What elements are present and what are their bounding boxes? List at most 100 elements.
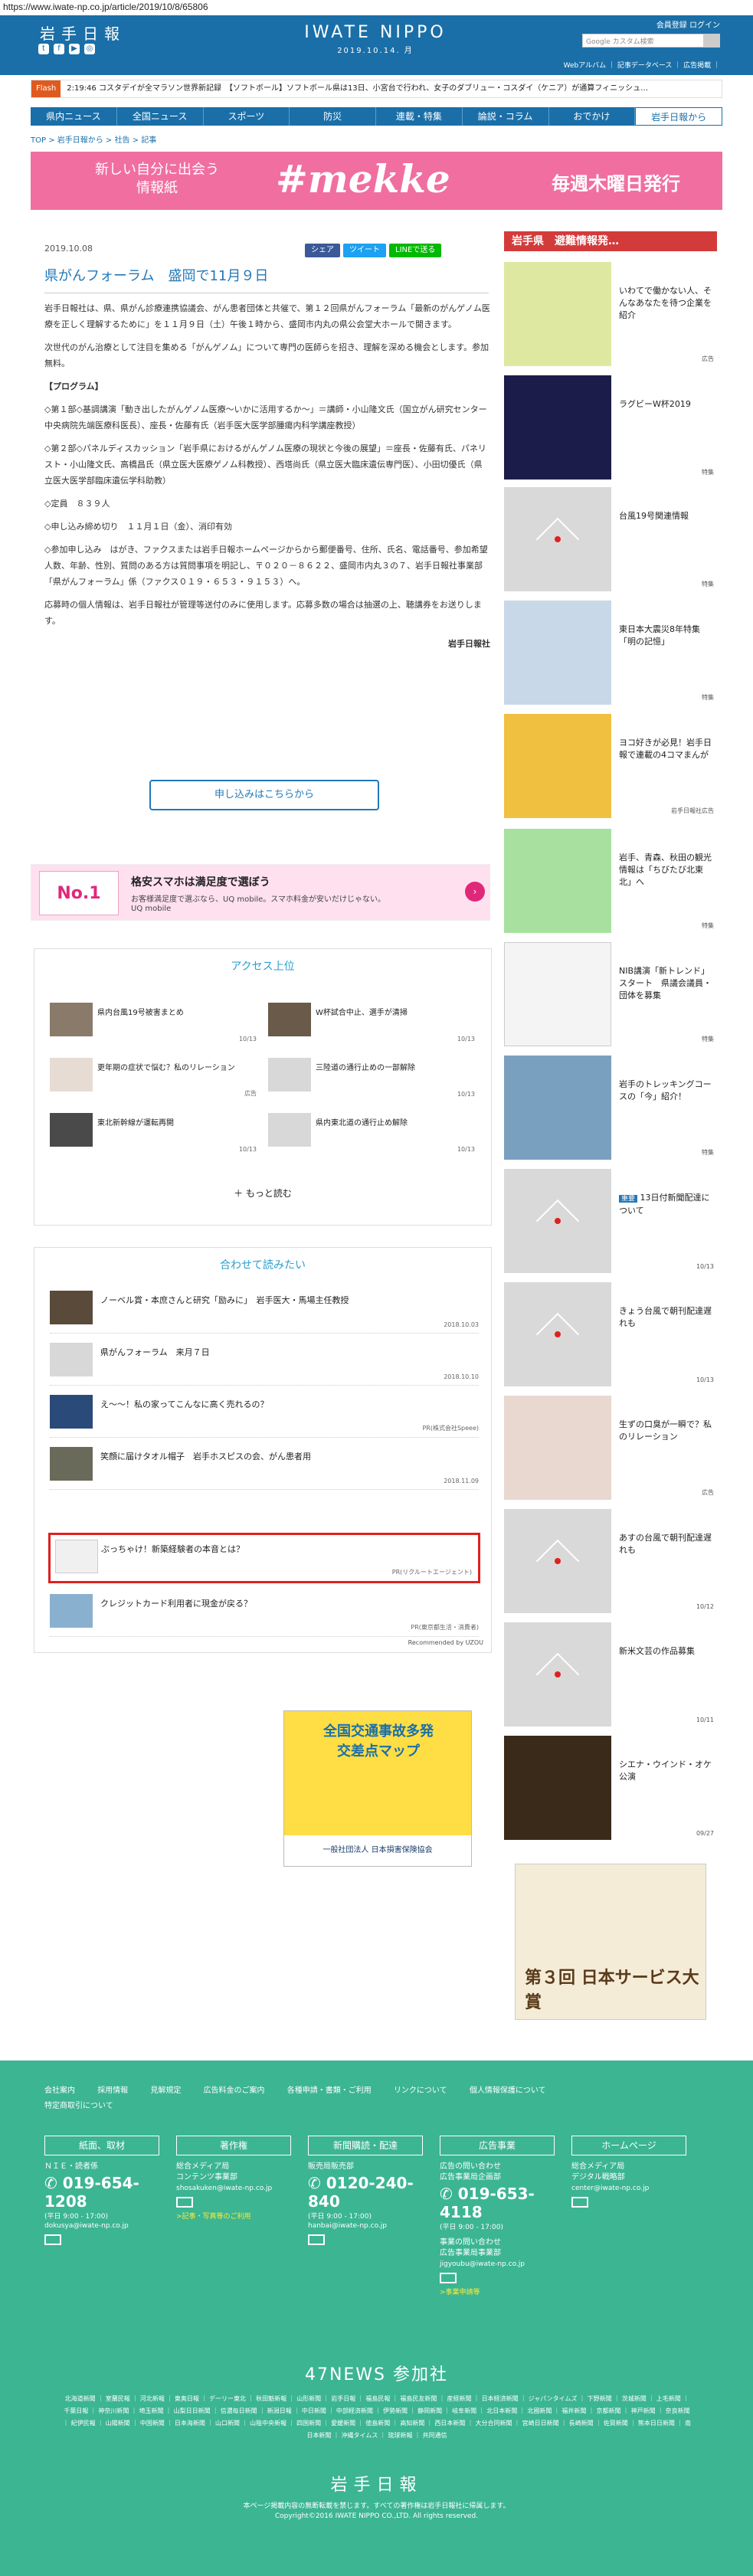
- youtube-icon[interactable]: ▶: [69, 44, 80, 54]
- email-link[interactable]: jigyoubu@iwate-np.co.jp: [440, 2260, 555, 2268]
- tweet-button[interactable]: ツイート: [343, 244, 386, 257]
- mekke-banner[interactable]: 新しい自分に出会う 情報紙 #mekke 毎週木曜日発行: [31, 152, 722, 210]
- line-share-button[interactable]: LINEで送る: [389, 244, 442, 257]
- search-input[interactable]: Google カスタム検索: [582, 34, 712, 47]
- sidebar-item[interactable]: ヨコ好きが必見！岩手日報で連載の4コマまんが 岩手日報社広告: [504, 714, 717, 821]
- ranking-item[interactable]: 三陸道の通行止めの一部解除 10/13: [268, 1058, 475, 1099]
- email-link[interactable]: center@iwate-np.co.jp: [571, 2185, 686, 2192]
- footer-col-dept: 事業の問い合わせ 広告事業局事業部: [440, 2238, 501, 2257]
- sidebar-item[interactable]: 東日本大震災8年特集「明の記憶」 特集: [504, 601, 717, 708]
- mail-icon[interactable]: [571, 2197, 588, 2208]
- footer-link[interactable]: 会社案内: [44, 2087, 75, 2095]
- related-item[interactable]: え～～！私の家ってこんなに高く売れるの？ PR(株式会社Speee): [50, 1390, 479, 1438]
- ranking-text: 更年期の症状で悩む？私のリレーション: [97, 1064, 235, 1072]
- footer-link[interactable]: リンクについて: [394, 2087, 447, 2095]
- sidebar-item-text: あすの台風で朝刊配達遅れも: [619, 1533, 712, 1555]
- related-item[interactable]: 笑顔に届けタオル帽子 岩手ホスピスの会、がん患者用 2018.11.09: [50, 1442, 479, 1490]
- facebook-share-button[interactable]: シェア: [305, 244, 340, 257]
- traffic-map-ad[interactable]: 全国交通事故多発 交差点マップ 一般社団法人 日本損害保険協会: [283, 1710, 472, 1867]
- phone-text: 0120-240-840: [308, 2174, 414, 2211]
- url-bar[interactable]: https://www.iwate-np.co.jp/article/2019/…: [0, 0, 753, 15]
- article-title: 県がんフォーラム 盛岡で11月９日: [44, 265, 489, 293]
- 47news-member-list[interactable]: 北海道新聞 ｜ 室蘭民報 ｜ 河北新報 ｜ 東奥日報 ｜ デーリー東北 ｜ 秋田…: [61, 2393, 692, 2442]
- footer-sub-link[interactable]: >事業申請等: [440, 2286, 555, 2296]
- more-button[interactable]: ＋ もっと読む: [34, 1187, 491, 1200]
- related-text: ぶっちゃけ！新築経験者の本音とは？: [101, 1544, 244, 1554]
- nav-item-active[interactable]: 岩手日報から: [635, 107, 722, 126]
- ranking-item[interactable]: 東北新幹線が運転再開 10/13: [50, 1113, 257, 1154]
- member-links[interactable]: 会員登録 ログイン: [590, 18, 720, 30]
- related-item[interactable]: クレジットカード利用者に現金が戻る？ PR(東京都生活・消費者): [50, 1589, 479, 1637]
- phone-number[interactable]: ✆ 019-653-4118: [440, 2185, 555, 2221]
- footer-link[interactable]: 特定商取引について: [44, 2102, 113, 2110]
- ranking-item[interactable]: 更年期の症状で悩む？私のリレーション 広告: [50, 1058, 257, 1099]
- footer-note: 本ページ掲載内容の無断転載を禁じます。すべての著作権は岩手日報社に帰属します。: [243, 2502, 510, 2510]
- sidebar-item[interactable]: きょう台風で朝刊配達遅れも 10/13: [504, 1282, 717, 1389]
- sidebar-item[interactable]: 生ずの口臭が一瞬で？私のリレーション 広告: [504, 1396, 717, 1503]
- ranking-item[interactable]: 県内東北道の通行止め解除 10/13: [268, 1113, 475, 1154]
- footer-logo[interactable]: 岩手日報: [0, 2471, 753, 2496]
- mail-icon[interactable]: [176, 2197, 193, 2208]
- sidebar-item-meta: 岩手日報社広告: [671, 807, 714, 814]
- phone-number[interactable]: ✆ 0120-240-840: [308, 2174, 423, 2211]
- chevron-right-icon[interactable]: ›: [465, 882, 485, 902]
- mail-icon[interactable]: [440, 2273, 457, 2283]
- nav-item[interactable]: おでかけ: [549, 107, 636, 126]
- related-date: 2018.11.09: [444, 1478, 479, 1484]
- ranking-item[interactable]: 県内台風19号被害まとめ 10/13: [50, 1003, 257, 1044]
- sidebar-item[interactable]: 岩手、青森、秋田の観光情報は「ちびたび北東北」へ 特集: [504, 829, 717, 936]
- sidebar-item[interactable]: ラグビーW杯2019 特集: [504, 375, 717, 483]
- flash-news-bar[interactable]: Flash 2:19:46 コスタデイが全マラソン世界新記録 【ソフトボール】ソフ…: [31, 80, 722, 98]
- sidebar-item[interactable]: あすの台風で朝刊配達遅れも 10/12: [504, 1509, 717, 1616]
- footer-col-dept: 総合メディア局 デジタル戦略部: [571, 2162, 625, 2182]
- apply-button[interactable]: 申し込みはこちらから: [149, 780, 379, 810]
- sidebar-item[interactable]: NIB講演「新トレンド」スタート 県議会議員・団体を募集 特集: [504, 942, 717, 1049]
- related-item-highlighted[interactable]: ぶっちゃけ！新築経験者の本音とは？ PR(リクルートエージェント): [48, 1533, 480, 1583]
- sidebar-item[interactable]: 新米文芸の作品募集 10/11: [504, 1622, 717, 1730]
- search-button[interactable]: [703, 34, 720, 47]
- footer-link[interactable]: 採用情報: [97, 2087, 128, 2095]
- footer-sub-link[interactable]: >記事・写真等のご利用: [176, 2211, 291, 2221]
- brand-name: IWATE NIPPO: [304, 23, 447, 42]
- nav-item[interactable]: 全国ニュース: [117, 107, 204, 126]
- sidebar-item[interactable]: いわてで働かない人、そんなあなたを待つ企業を紹介 広告: [504, 262, 717, 369]
- twitter-icon[interactable]: t: [38, 44, 49, 54]
- email-link[interactable]: dokusya@iwate-np.co.jp: [44, 2222, 159, 2230]
- instagram-icon[interactable]: ◎: [84, 44, 95, 54]
- breadcrumb[interactable]: TOP > 岩手日報から > 社告 > 記事: [31, 133, 156, 145]
- footer-link[interactable]: 各種申請・書類・ご利用: [287, 2087, 372, 2095]
- footer-link[interactable]: 個人情報保護について: [470, 2087, 546, 2095]
- facebook-icon[interactable]: f: [54, 44, 64, 54]
- flash-text[interactable]: 2:19:46 コスタデイが全マラソン世界新記録 【ソフトボール】ソフトボール県…: [61, 80, 648, 97]
- sidebar-item[interactable]: シエナ・ウインド・オケ公演 09/27: [504, 1736, 717, 1843]
- nav-item[interactable]: 論説・コラム: [463, 107, 549, 126]
- footer-contact-copyright: 著作権 総合メディア局 コンテンツ事業部 shosakuken@iwate-np…: [176, 2136, 291, 2221]
- ranking-item[interactable]: W杯試合中止、選手が清掃 10/13: [268, 1003, 475, 1044]
- related-item[interactable]: 県がんフォーラム 来月７日 2018.10.10: [50, 1338, 479, 1386]
- recommended-by[interactable]: Recommended by UZOU: [408, 1639, 483, 1646]
- ad-sponsor: 一般社団法人 日本損害保険協会: [284, 1835, 471, 1866]
- sidebar-item[interactable]: 台風19号関連情報 特集: [504, 487, 717, 594]
- service-award-ad[interactable]: 第３回 日本サービス大賞: [515, 1864, 706, 2020]
- email-link[interactable]: shosakuken@iwate-np.co.jp: [176, 2185, 291, 2192]
- email-link[interactable]: hanbai@iwate-np.co.jp: [308, 2222, 423, 2230]
- nav-item[interactable]: スポーツ: [204, 107, 290, 126]
- site-logo[interactable]: 岩手日報: [40, 21, 126, 44]
- ranking-date: 10/13: [457, 1146, 475, 1153]
- evacuation-info-heading[interactable]: 岩手県 避難情報発…: [504, 231, 717, 251]
- footer-link[interactable]: 見解規定: [150, 2087, 181, 2095]
- mail-icon[interactable]: [308, 2234, 325, 2245]
- header-sub-links[interactable]: Webアルバム ｜ 記事データベース ｜ 広告掲載 ｜: [536, 60, 720, 70]
- nav-item[interactable]: 防災: [290, 107, 376, 126]
- mail-icon[interactable]: [44, 2234, 61, 2245]
- nav-item[interactable]: 連載・特集: [376, 107, 463, 126]
- footer-contact-web: ホームページ 総合メディア局 デジタル戦略部 center@iwate-np.c…: [571, 2136, 686, 2208]
- inline-ad[interactable]: No.1 格安スマホは満足度で選ぼう お客様満足度で選ぶなら、UQ mobile…: [31, 864, 490, 921]
- nav-item[interactable]: 県内ニュース: [31, 107, 117, 126]
- sidebar-item[interactable]: 重要 13日付新聞配達について 10/13: [504, 1169, 717, 1276]
- related-item[interactable]: ノーベル賞・本庶さんと研究「励みに」 岩手医大・馬場主任教授 2018.10.0…: [50, 1286, 479, 1334]
- phone-number[interactable]: ✆ 019-654-1208: [44, 2174, 159, 2211]
- sidebar-item-text: シエナ・ウインド・オケ公演: [619, 1759, 712, 1782]
- footer-link[interactable]: 広告料金のご案内: [204, 2087, 265, 2095]
- sidebar-item[interactable]: 岩手のトレッキングコースの「今」紹介！ 特集: [504, 1056, 717, 1163]
